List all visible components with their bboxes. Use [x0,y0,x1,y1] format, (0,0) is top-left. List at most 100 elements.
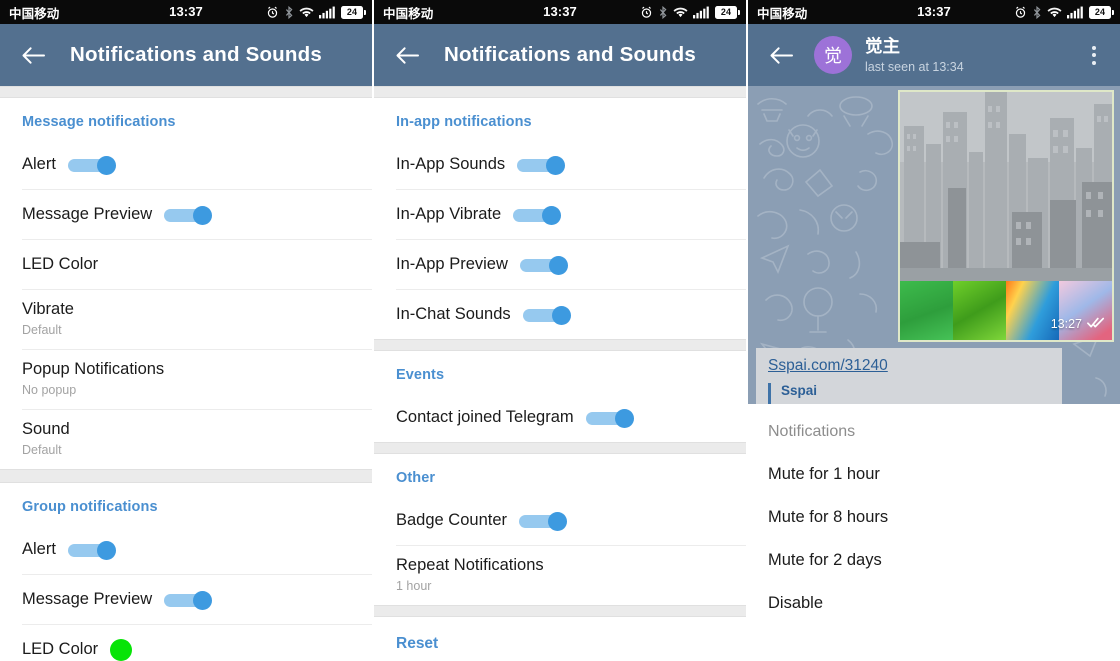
row-alert[interactable]: Alert [0,140,372,189]
section-divider [374,605,746,617]
row-label: Alert [22,155,56,174]
app-bar: Notifications and Sounds [374,24,746,86]
link-preview-card[interactable]: Sspai.com/31240 Sspai 后你苹果宅以上如何你实现小苹果 Pu… [756,348,1062,406]
three-panel-screenshot: 中国移动 13:37 24 Notifications and Sounds M… [0,0,1120,661]
kebab-menu-icon[interactable] [1078,35,1110,75]
toggle-in-app-vibrate[interactable] [513,206,562,225]
battery-icon: 24 [341,5,366,19]
toggle-alert[interactable] [67,156,116,175]
row-label: Repeat Notifications [396,556,544,574]
status-bar: 中国移动 13:37 24 [374,0,746,24]
status-bar: 中国移动 13:37 24 [0,0,372,24]
back-arrow-icon[interactable] [14,36,52,74]
alarm-icon [640,6,653,19]
signal-icon [1067,6,1084,19]
row-value: Default [22,442,62,457]
row-group-led-color[interactable]: LED Color [0,625,372,661]
row-label: LED Color [22,640,99,659]
section-divider [0,86,372,98]
row-in-chat-sounds[interactable]: In-Chat Sounds [374,290,746,339]
row-value: No popup [22,382,77,397]
back-arrow-icon[interactable] [762,36,800,74]
chat-identity[interactable]: 觉主 last seen at 13:34 [865,37,1078,74]
mute-option-2-days[interactable]: Mute for 2 days [768,527,1100,570]
settings-list-1: Message notifications Alert Message Prev… [0,86,372,661]
carrier-label: 中国移动 [383,6,434,21]
row-value: 1 hour [396,578,432,593]
double-check-icon [1087,317,1105,331]
bluetooth-icon [1032,5,1042,19]
status-icons: 24 [1014,5,1114,19]
row-badge-counter[interactable]: Badge Counter [374,496,746,545]
row-in-app-vibrate[interactable]: In-App Vibrate [374,190,746,239]
avatar[interactable]: 觉 [814,36,852,74]
row-label: Contact joined Telegram [396,408,574,427]
panel-inapp-notifications: 中国移动 13:37 24 Notifications and Sounds I… [374,0,746,661]
row-label: Sound [22,420,70,438]
row-repeat-notifications[interactable]: Repeat Notifications 1 hour [374,546,746,605]
row-contact-joined-telegram[interactable]: Contact joined Telegram [374,393,746,442]
panel-message-notifications: 中国移动 13:37 24 Notifications and Sounds M… [0,0,372,661]
section-header-other: Other [396,470,436,486]
status-icons: 24 [640,5,740,19]
row-group-message-preview[interactable]: Message Preview [0,575,372,624]
row-sound[interactable]: Sound Default [0,410,372,469]
mute-option-1-hour[interactable]: Mute for 1 hour [768,441,1100,484]
chat-app-bar: 觉 觉主 last seen at 13:34 [748,24,1120,86]
row-value: Default [22,322,62,337]
signal-icon [693,6,710,19]
panel-chat-mute-dialog: 中国移动 13:37 24 觉 觉主 last seen at 13:34 13… [748,0,1120,661]
thumbnail-rainbow [1006,281,1059,340]
row-label: In-Chat Sounds [396,305,511,324]
toggle-in-chat-sounds[interactable] [522,306,571,325]
link-url[interactable]: Sspai.com/31240 [768,357,888,375]
row-label: Message Preview [22,590,153,609]
section-divider [374,442,746,454]
wifi-icon [299,6,314,18]
battery-icon: 24 [715,5,740,19]
toggle-message-preview[interactable] [164,206,213,225]
wifi-icon [673,6,688,18]
toggle-contact-joined[interactable] [585,409,634,428]
battery-level-label: 24 [720,7,732,17]
link-quote-block: Sspai 后你苹果宅以上如何你实现小苹果 Public [768,383,1050,406]
avatar-initial: 觉 [824,46,842,67]
page-title: Notifications and Sounds [444,43,696,66]
back-arrow-icon[interactable] [388,36,426,74]
led-color-swatch-icon[interactable] [110,638,133,661]
page-title: Notifications and Sounds [70,43,322,66]
bluetooth-icon [658,5,668,19]
battery-icon: 24 [1089,5,1114,19]
row-group-alert[interactable]: Alert [0,525,372,574]
link-site-name: Sspai [781,383,818,398]
section-header-message-notifications: Message notifications [22,114,176,130]
city-photo [900,92,1112,285]
row-popup-notifications[interactable]: Popup Notifications No popup [0,350,372,409]
sheet-title: Notifications [768,423,856,440]
mute-option-disable[interactable]: Disable [768,570,1100,613]
toggle-badge-counter[interactable] [519,512,567,531]
city-skyline-image [900,92,1112,285]
thumbnail-green [900,281,953,340]
row-in-app-sounds[interactable]: In-App Sounds [374,140,746,189]
contact-status: last seen at 13:34 [865,59,964,74]
section-divider [374,86,746,98]
section-header-in-app-notifications: In-app notifications [396,114,532,130]
row-message-preview[interactable]: Message Preview [0,190,372,239]
photo-message-bubble[interactable]: 13:27 [898,90,1114,342]
row-label: Alert [22,540,56,559]
battery-level-label: 24 [1094,7,1106,17]
row-led-color[interactable]: LED Color [0,240,372,289]
toggle-in-app-preview[interactable] [519,256,568,275]
mute-option-8-hours[interactable]: Mute for 8 hours [768,484,1100,527]
toggle-in-app-sounds[interactable] [517,156,566,175]
message-time: 13:27 [1050,317,1082,331]
reset-button[interactable]: Reset [374,617,746,661]
row-label: Vibrate [22,300,74,318]
toggle-group-message-preview[interactable] [164,591,213,610]
row-in-app-preview[interactable]: In-App Preview [374,240,746,289]
toggle-group-alert[interactable] [67,541,116,560]
row-vibrate[interactable]: Vibrate Default [0,290,372,349]
row-label: In-App Sounds [396,155,506,174]
status-bar: 中国移动 13:37 24 [748,0,1120,24]
